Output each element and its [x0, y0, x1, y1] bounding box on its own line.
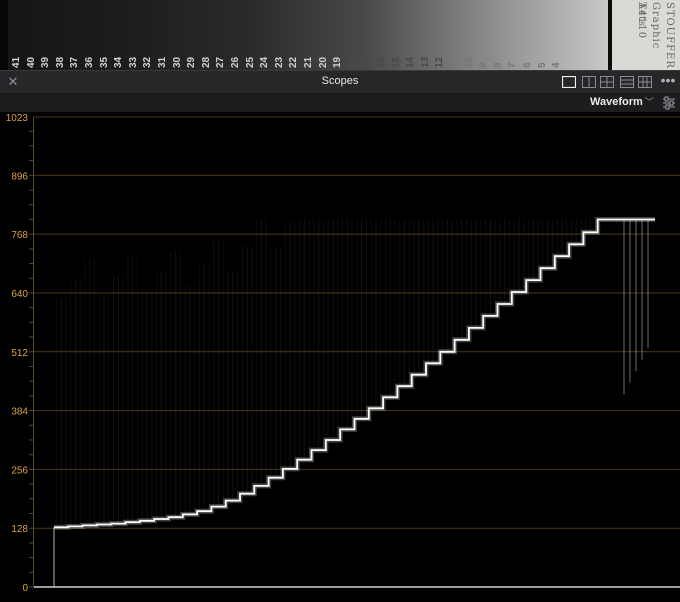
scale-label: 384 [11, 407, 28, 418]
scale-label: 0 [22, 583, 28, 594]
step-number: 23 [273, 56, 285, 68]
strip-left-edge [0, 0, 8, 70]
step-number: 14 [405, 56, 417, 68]
dual-view-icon[interactable] [582, 76, 596, 88]
card-line-3: T4110 [636, 2, 647, 40]
quad-view-icon[interactable] [600, 76, 614, 88]
step-number: 7 [507, 62, 519, 68]
grid-view-icon[interactable] [638, 76, 652, 88]
step-number: 34 [113, 56, 125, 68]
trace-glow [54, 217, 655, 530]
waveform-scope: 1023 896 768 640 512 384 256 128 0 [0, 112, 680, 602]
step-number: 27 [215, 56, 227, 68]
single-view-icon[interactable] [562, 76, 576, 88]
step-number: 41 [11, 56, 22, 68]
scale-label: 512 [11, 348, 28, 359]
scope-type-dropdown[interactable]: Waveform ﹀ [590, 95, 654, 111]
step-number: 26 [230, 56, 241, 68]
settings-sliders-icon[interactable] [660, 95, 678, 111]
step-number: 12 [434, 56, 446, 68]
step-number: 20 [317, 56, 329, 68]
step-number: 31 [157, 56, 168, 68]
scale-label: 256 [11, 465, 28, 476]
step-number: 36 [84, 56, 95, 68]
scale-label: 640 [11, 289, 28, 300]
stacked-view-icon[interactable] [620, 76, 634, 88]
step-number: 10 [463, 56, 475, 68]
scale-label: 128 [11, 524, 28, 535]
waveform-graph: 1023 896 768 640 512 384 256 128 0 [6, 113, 680, 594]
step-number: 32 [142, 56, 154, 68]
step-number: 35 [98, 56, 110, 68]
step-number: 9 [478, 62, 490, 68]
step-number: 19 [332, 56, 344, 68]
card-line-2: Graphic Arts [636, 2, 661, 50]
step-number: 38 [54, 56, 66, 68]
waveform-trace [54, 218, 655, 529]
step-number: 6 [522, 62, 533, 68]
step-number: 8 [492, 62, 504, 68]
step-number: 21 [303, 56, 314, 68]
step-number: 30 [171, 56, 183, 68]
stouffer-label-card: STOUFFER Graphic Arts T4110 [612, 0, 680, 70]
card-line-1: STOUFFER [664, 2, 675, 69]
step-number: 15 [390, 56, 402, 68]
more-options-icon[interactable]: ••• [660, 73, 676, 90]
step-number: 11 [449, 57, 460, 68]
scale-label: 1023 [6, 113, 29, 124]
scale-label: 896 [11, 171, 28, 182]
scopes-toolbar: Waveform ﹀ [0, 94, 680, 112]
step-number: 37 [69, 56, 81, 68]
chevron-down-icon: ﹀ [644, 97, 654, 107]
step-number: 29 [186, 56, 198, 68]
step-number: 22 [288, 56, 300, 68]
step-number: 5 [536, 62, 548, 68]
step-number: 13 [419, 56, 431, 68]
step-number: 16 [376, 56, 387, 68]
step-number: 40 [25, 56, 37, 68]
step-number: 4 [551, 62, 563, 68]
panel-title: Scopes [321, 75, 359, 87]
step-chart-strip: 41 40 39 38 37 36 35 34 33 32 31 30 29 28 27 26 25 24 23 22… [0, 0, 680, 70]
step-number: 28 [200, 56, 212, 68]
step-number: 17 [361, 56, 373, 68]
scope-type-label: Waveform [590, 96, 643, 108]
step-number: 39 [40, 56, 52, 68]
step-number: 24 [259, 56, 271, 68]
step-number: 33 [127, 56, 139, 68]
scopes-title-bar: ✕ Scopes ••• [0, 70, 680, 94]
step-number: 25 [244, 56, 256, 68]
step-number: 18 [346, 56, 358, 68]
scale-label: 768 [11, 230, 28, 241]
